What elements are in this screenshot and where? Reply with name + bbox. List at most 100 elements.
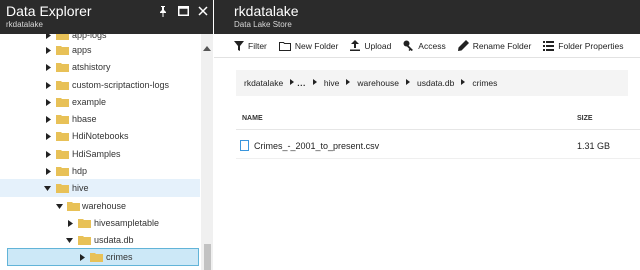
upload-icon [350,40,361,51]
tree-item[interactable]: apps [0,41,200,59]
filter-button[interactable]: Filter [234,40,267,51]
caret-right-icon[interactable] [78,253,86,261]
file-size: 1.31 GB [577,141,611,151]
pin-icon[interactable] [157,5,169,17]
maximize-icon[interactable] [177,5,189,17]
file-icon [240,140,249,151]
file-row[interactable]: Crimes_-_2001_to_present.csv 1.31 GB [236,138,640,156]
upload-label: Upload [364,40,392,51]
breadcrumb-ellipsis[interactable]: ... [297,78,306,88]
tree-item-label: crimes [106,252,133,262]
caret-right-icon[interactable] [66,219,74,227]
access-label: Access [418,40,446,51]
tree-item[interactable]: hbase [0,110,200,128]
tree-item-warehouse[interactable]: warehouse [0,197,200,215]
folder-icon [56,115,69,124]
folder-icon [56,81,69,90]
tree-item[interactable]: custom-scriptaction-logs [0,76,200,94]
caret-right-icon [290,79,295,87]
scroll-thumb[interactable] [204,244,211,270]
folder-icon [56,34,69,40]
caret-down-icon[interactable] [65,236,73,244]
tree-item-label: hive [72,183,89,193]
caret-right-icon[interactable] [44,34,52,39]
store-name: rkdatalake [234,3,299,19]
folder-tree: app-logs apps atshistory custom-scriptac… [0,34,200,270]
tree-item-label: usdata.db [94,235,134,245]
caret-down-icon[interactable] [43,184,51,192]
tree-item-label: example [72,97,107,107]
folder-properties-label: Folder Properties [558,40,624,51]
caret-right-icon[interactable] [44,115,52,123]
new-folder-icon [278,41,291,51]
folder-properties-button[interactable]: Folder Properties [543,40,624,51]
file-name: Crimes_-_2001_to_present.csv [254,141,380,151]
explorer-account: rkdatalake [6,20,43,29]
data-explorer-panel: Data Explorer rkdatalake app-logs apps a… [0,0,213,270]
breadcrumb-item-warehouse[interactable]: warehouse [357,78,399,88]
rename-folder-button[interactable]: Rename Folder [457,40,532,51]
explorer-header: Data Explorer rkdatalake [0,0,213,34]
rename-folder-label: Rename Folder [472,40,532,51]
tree-item-hivesampletable[interactable]: hivesampletable [0,214,200,232]
tree-item-label: hivesampletable [94,218,160,228]
breadcrumb-item-crimes[interactable]: crimes [472,78,497,88]
caret-right-icon [461,79,466,87]
caret-right-icon[interactable] [44,63,52,71]
tree-item-usdata[interactable]: usdata.db [0,231,200,249]
access-button[interactable]: Access [403,40,446,51]
scroll-up-icon[interactable] [203,38,211,56]
breadcrumb-item-usdata[interactable]: usdata.db [417,78,454,88]
tree-item[interactable]: HdiSamples [0,145,200,163]
caret-right-icon [346,79,351,87]
upload-button[interactable]: Upload [350,40,391,51]
tree-item-label: apps [72,45,92,55]
store-type: Data Lake Store [234,20,292,29]
tree-item[interactable]: HdiNotebooks [0,127,200,145]
caret-right-icon[interactable] [44,132,52,140]
tree-item-crimes[interactable]: crimes [7,248,199,266]
filter-icon [234,40,244,51]
folder-icon [56,63,69,72]
folder-icon [56,132,69,141]
folder-icon [78,219,91,228]
tree-item[interactable]: example [0,93,200,111]
caret-right-icon[interactable] [44,46,52,54]
row-divider [236,158,640,159]
folder-icon [56,150,69,159]
tree-item-label: hdp [72,166,88,176]
new-folder-button[interactable]: New Folder [278,40,339,51]
filter-label: Filter [248,40,267,51]
tree-item-label: custom-scriptaction-logs [72,80,170,90]
properties-icon [543,40,555,51]
new-folder-label: New Folder [294,40,339,51]
tree-item-label: atshistory [72,62,111,72]
folder-view-panel: rkdatalake Data Lake Store Filter New Fo… [214,0,640,270]
tree-item-label: HdiNotebooks [72,131,129,141]
tree-item-hive[interactable]: hive [0,179,200,197]
folder-icon [56,98,69,107]
folder-open-icon [78,236,91,245]
column-header-size[interactable]: SIZE [577,115,593,122]
store-header: rkdatalake Data Lake Store [214,0,640,34]
caret-right-icon[interactable] [44,81,52,89]
tree-scrollbar[interactable] [201,34,213,270]
caret-right-icon[interactable] [44,167,52,175]
key-icon [403,40,414,51]
folder-open-icon [67,202,80,211]
folder-open-icon [56,184,69,193]
toolbar: Filter New Folder Upload Access Rename F… [214,34,640,58]
explorer-title: Data Explorer [6,3,92,19]
folder-icon [90,253,103,262]
column-header-name[interactable]: NAME [242,115,263,122]
tree-item[interactable]: hdp [0,162,200,180]
caret-right-icon[interactable] [44,150,52,158]
caret-down-icon[interactable] [55,202,63,210]
breadcrumb-root[interactable]: rkdatalake [244,78,283,88]
folder-icon [56,46,69,55]
breadcrumb-item-hive[interactable]: hive [324,78,340,88]
explorer-header-controls [157,5,209,17]
caret-right-icon[interactable] [44,98,52,106]
close-icon[interactable] [197,5,209,17]
tree-item[interactable]: atshistory [0,58,200,76]
